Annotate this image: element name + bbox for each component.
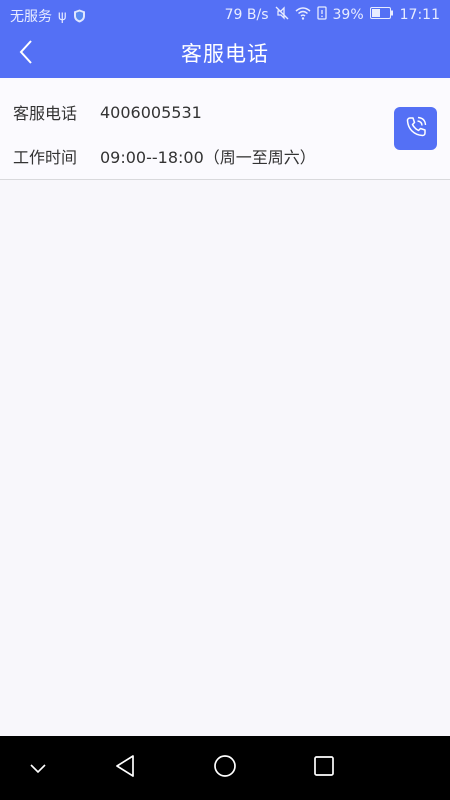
contact-info-card: 客服电话 4006005531 工作时间 09:00--18:00（周一至周六）	[0, 78, 450, 180]
battery-percent: 39%	[332, 7, 364, 23]
app-header: 客服电话	[0, 30, 450, 78]
carrier-text: 无服务	[10, 9, 52, 25]
phone-label: 客服电话	[13, 104, 78, 123]
usb-icon: ψ	[58, 8, 67, 24]
shield-app-icon	[73, 9, 86, 23]
call-button[interactable]	[394, 107, 437, 150]
recents-square-icon	[313, 755, 335, 781]
nav-recents-button[interactable]	[308, 752, 340, 784]
status-bar: 无服务 ψ 79 B/s 39% 17:11	[0, 0, 450, 30]
hours-row: 工作时间 09:00--18:00（周一至周六）	[13, 144, 316, 168]
nav-home-button[interactable]	[209, 752, 241, 784]
page-title: 客服电话	[181, 42, 269, 66]
wifi-icon	[295, 6, 311, 24]
phone-call-icon	[403, 114, 429, 144]
status-right: 79 B/s 39% 17:11	[225, 6, 440, 24]
back-triangle-icon	[114, 754, 136, 782]
network-speed: 79 B/s	[224, 7, 269, 23]
chevron-down-icon	[29, 759, 47, 778]
nav-back-button[interactable]	[109, 752, 141, 784]
phone-row: 客服电话 4006005531	[13, 100, 202, 124]
mute-icon	[275, 6, 289, 24]
sim-alert-icon	[316, 6, 327, 24]
working-hours: 09:00--18:00（周一至周六）	[100, 148, 316, 167]
clock-time: 17:11	[399, 7, 440, 23]
nav-hide-button[interactable]	[22, 752, 54, 784]
system-nav-bar	[0, 736, 450, 800]
phone-number: 4006005531	[100, 102, 202, 122]
hours-label: 工作时间	[13, 148, 78, 167]
home-circle-icon	[213, 754, 237, 782]
battery-icon	[369, 7, 394, 23]
status-left: 无服务 ψ	[10, 6, 86, 26]
